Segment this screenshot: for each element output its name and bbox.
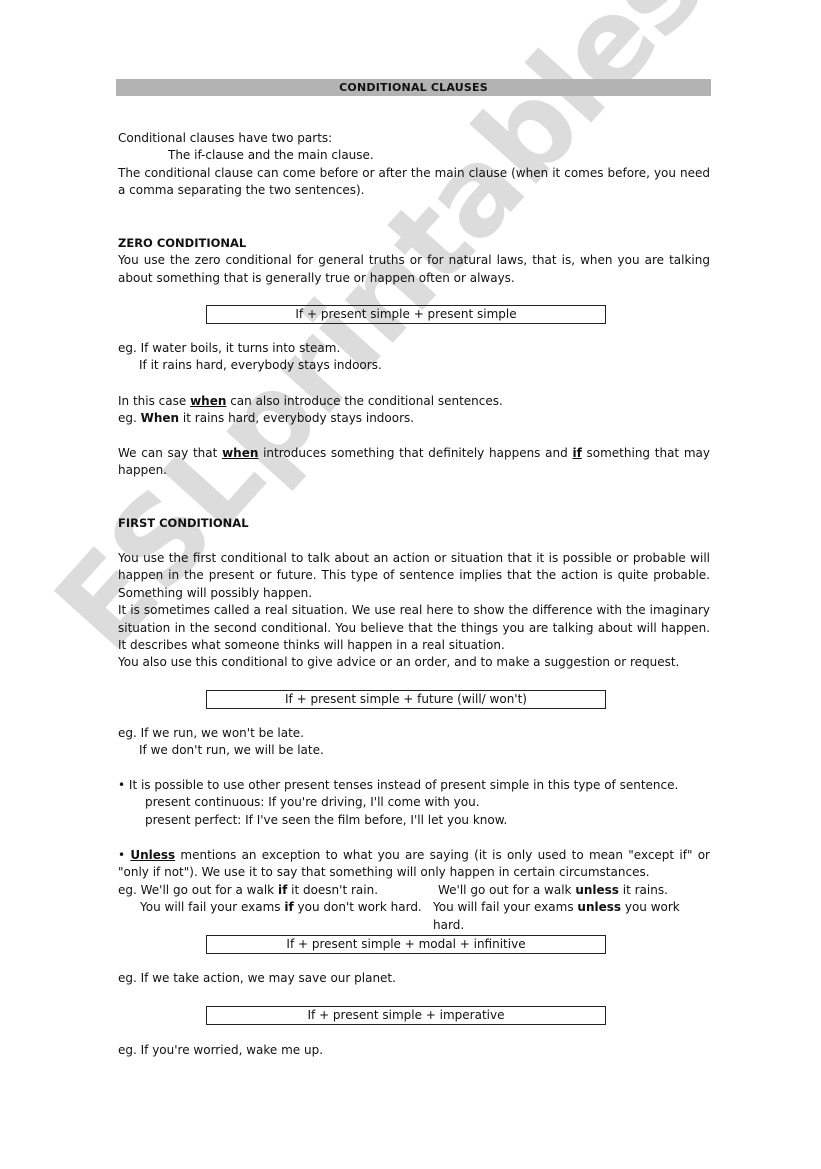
text: In this case [118, 394, 191, 408]
if-keyword: if [284, 900, 294, 915]
present-perfect-example: present perfect: If I've seen the film b… [145, 812, 508, 827]
if-example: eg. We'll go out for a walk if it doesn'… [118, 882, 438, 899]
text: It is possible to use other present tens… [128, 778, 679, 792]
intro-section: Conditional clauses have two parts: The … [118, 130, 710, 200]
when-example-line: eg. When it rains hard, everybody stays … [118, 410, 710, 427]
present-continuous-example: present continuous: If you're driving, I… [145, 795, 480, 810]
first-paragraph-3: You also use this conditional to give ad… [118, 655, 680, 670]
text: We'll go out for a walk [438, 882, 576, 897]
imperative-example: eg. If you're worried, wake me up. [118, 1043, 324, 1057]
when-if-difference: We can say that when introduces somethin… [118, 445, 710, 480]
modal-example: eg. If we take action, we may save our p… [118, 971, 396, 985]
zero-conditional-description: You use the zero conditional for general… [118, 253, 710, 285]
modal-example-wrap: eg. If we take action, we may save our p… [118, 970, 710, 987]
imperative-formula-box: If + present simple + imperative [206, 1006, 606, 1025]
first-paragraph-2: It is sometimes called a real situation.… [118, 603, 710, 653]
unless-example-row: You will fail your exams if you don't wo… [118, 899, 710, 934]
zero-formula-box: If + present simple + present simple [206, 305, 606, 324]
modal-formula-box: If + present simple + modal + infinitive [206, 935, 606, 954]
if-keyword: if [277, 882, 288, 897]
text: We can say that [118, 446, 223, 460]
unless-keyword: unless [575, 882, 619, 897]
when-note-line: In this case when can also introduce the… [118, 393, 710, 410]
unless-paragraph: • Unless mentions an exception to what y… [118, 847, 710, 882]
first-example-1: eg. If we run, we won't be late. [118, 726, 304, 740]
text: eg. [118, 411, 141, 426]
text: it rains. [618, 882, 668, 897]
text: can also introduce the conditional sente… [226, 394, 503, 408]
if-example: You will fail your exams if you don't wo… [118, 899, 433, 934]
zero-example-1: eg. If water boils, it turns into steam. [118, 341, 341, 355]
bullet-present-tenses: • It is possible to use other present te… [118, 777, 710, 794]
unless-note: • Unless mentions an exception to what y… [118, 847, 710, 934]
zero-conditional-section: ZERO CONDITIONAL You use the zero condit… [118, 235, 710, 287]
intro-line-1: Conditional clauses have two parts: [118, 131, 333, 145]
text: introduces something that definitely hap… [258, 446, 573, 460]
first-example-2: If we don't run, we will be late. [139, 743, 324, 758]
text: mentions an exception to what you are sa… [118, 848, 710, 880]
first-paragraph-1: You use the first conditional to talk ab… [118, 551, 710, 600]
unless-keyword: unless [577, 900, 622, 915]
zero-conditional-heading: ZERO CONDITIONAL [118, 236, 247, 250]
bullet-icon: • [118, 848, 131, 862]
zero-examples: eg. If water boils, it turns into steam.… [118, 340, 710, 375]
first-conditional-heading-wrap: FIRST CONDITIONAL [118, 515, 710, 532]
bullet-icon: • [118, 778, 129, 792]
document-title: CONDITIONAL CLAUSES [116, 79, 711, 96]
imperative-example-wrap: eg. If you're worried, wake me up. [118, 1042, 710, 1059]
unless-example: You will fail your exams unless you work… [433, 899, 710, 934]
first-examples: eg. If we run, we won't be late. If we d… [118, 725, 710, 760]
first-formula-box: If + present simple + future (will/ won'… [206, 690, 606, 709]
zero-example-2: If it rains hard, everybody stays indoor… [139, 358, 382, 373]
text: You will fail your exams [433, 900, 578, 915]
text: You will fail your exams [140, 900, 285, 915]
first-conditional-heading: FIRST CONDITIONAL [118, 516, 249, 530]
when-keyword: when [222, 446, 259, 460]
text: it doesn't rain. [287, 882, 379, 897]
when-note: In this case when can also introduce the… [118, 393, 710, 428]
present-tenses-note: • It is possible to use other present te… [118, 777, 710, 829]
text: it rains hard, everybody stays indoors. [179, 411, 415, 426]
when-keyword: when [190, 394, 227, 408]
text: you don't work hard. [293, 900, 422, 915]
unless-example-row: eg. We'll go out for a walk if it doesn'… [118, 882, 710, 899]
intro-line-3: The conditional clause can come before o… [118, 165, 710, 198]
intro-line-2: The if-clause and the main clause. [168, 148, 374, 163]
difference-paragraph: We can say that when introduces somethin… [118, 445, 710, 480]
when-keyword: When [140, 411, 180, 426]
text: eg. We'll go out for a walk [118, 882, 278, 897]
unless-keyword: Unless [130, 848, 176, 862]
unless-example: We'll go out for a walk unless it rains. [438, 882, 668, 899]
if-keyword: if [572, 446, 582, 460]
first-conditional-description: You use the first conditional to talk ab… [118, 550, 710, 672]
